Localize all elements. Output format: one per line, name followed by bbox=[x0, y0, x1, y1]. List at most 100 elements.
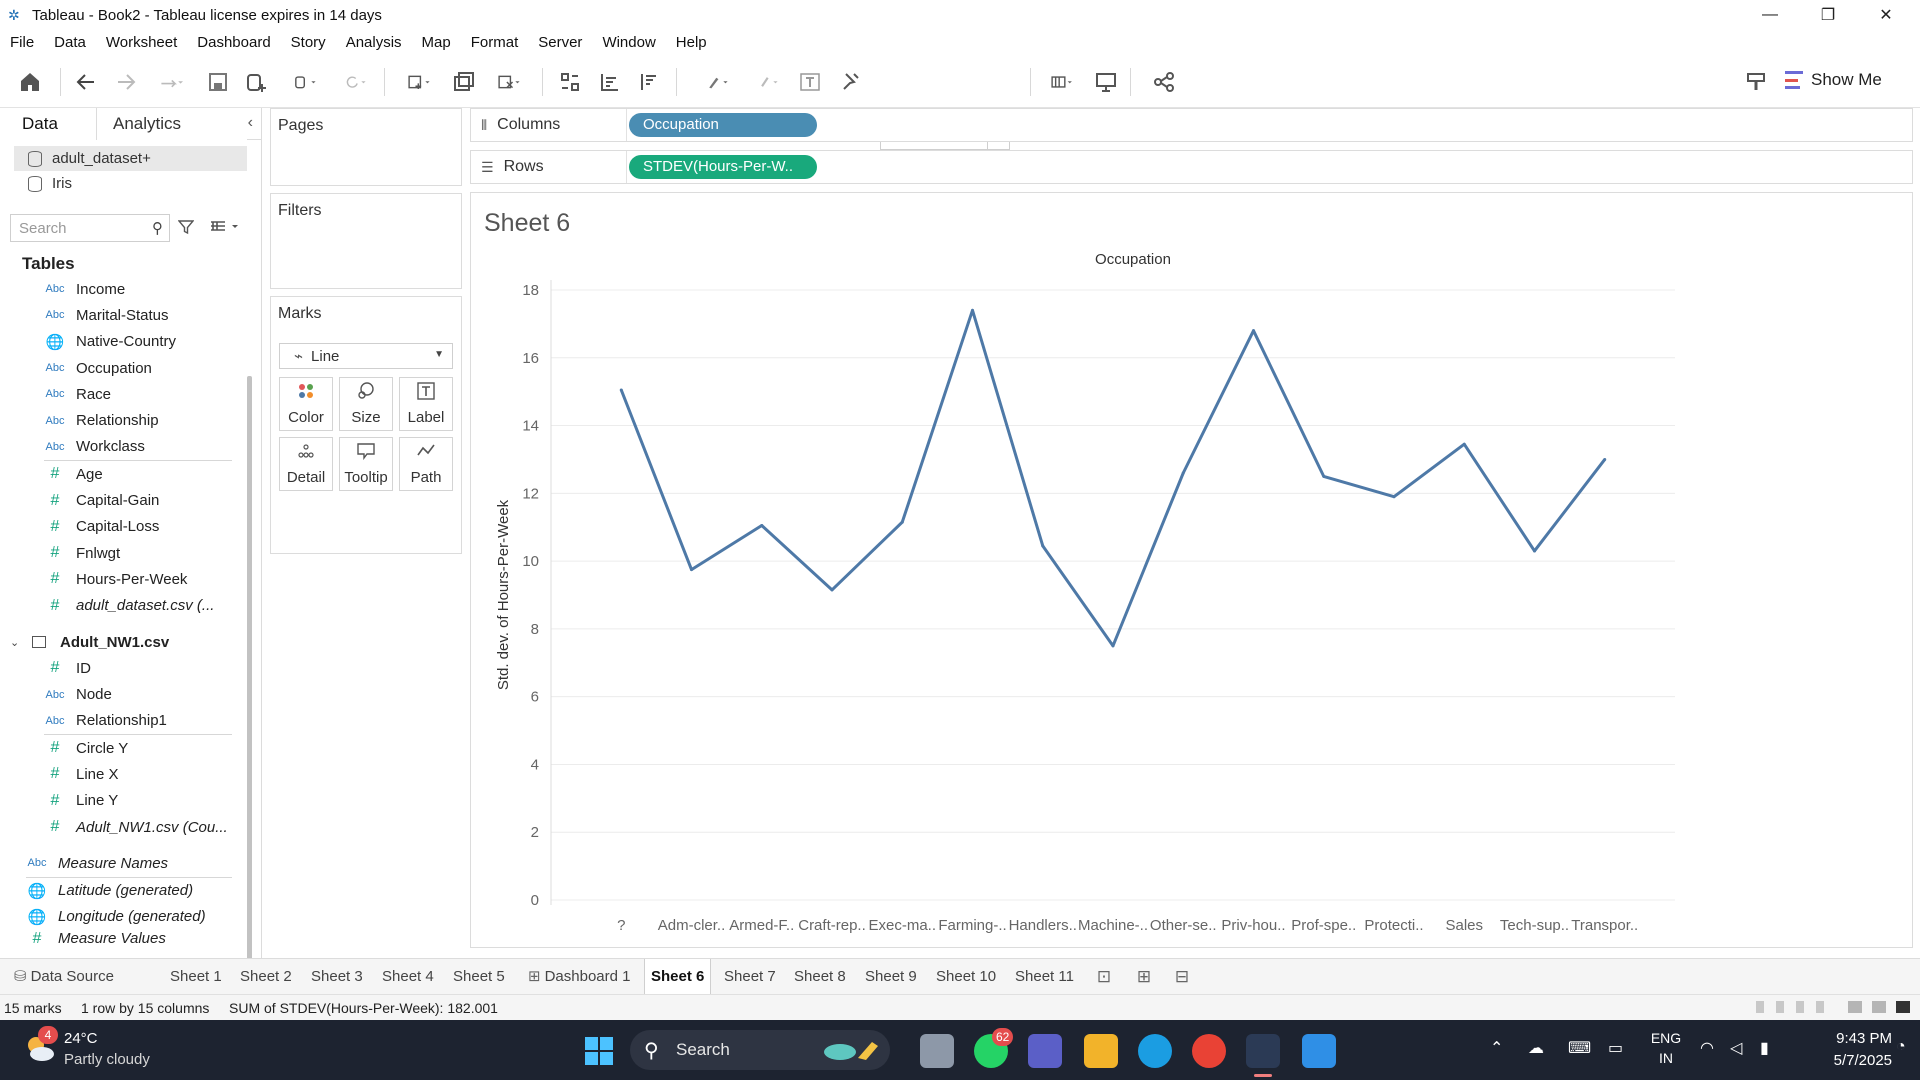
menu-server[interactable]: Server bbox=[528, 30, 592, 56]
sort-ascending-icon[interactable] bbox=[596, 68, 624, 96]
prev-page-icon[interactable] bbox=[1776, 1001, 1784, 1013]
show-cards-icon[interactable] bbox=[1040, 68, 1084, 96]
menu-map[interactable]: Map bbox=[412, 30, 461, 56]
field-relationship1[interactable]: Abc Relationship1 bbox=[0, 708, 246, 734]
menu-analysis[interactable]: Analysis bbox=[336, 30, 412, 56]
tab-sheet-11[interactable]: Sheet 11 bbox=[1009, 959, 1080, 995]
table-group-adult-nw1[interactable]: ⌄ Adult_NW1.csv bbox=[0, 629, 246, 655]
field-age[interactable]: # Age bbox=[0, 461, 246, 487]
columns-shelf[interactable]: ⦀ Columns Occupation bbox=[470, 108, 1913, 142]
battery-icon[interactable]: ▮ bbox=[1760, 1038, 1769, 1058]
filters-card[interactable]: Filters bbox=[270, 193, 462, 289]
collapse-pane-icon[interactable]: ‹ bbox=[248, 114, 253, 132]
tab-sheet-7[interactable]: Sheet 7 bbox=[718, 959, 782, 995]
share-icon[interactable] bbox=[1150, 68, 1178, 96]
tab-data[interactable]: Data bbox=[0, 108, 97, 140]
field-fnlwgt[interactable]: # Fnlwgt bbox=[0, 540, 246, 566]
photos-icon[interactable] bbox=[1302, 1034, 1336, 1068]
highlight-icon[interactable] bbox=[696, 68, 738, 96]
fix-axes-icon[interactable] bbox=[836, 68, 864, 96]
save-icon[interactable] bbox=[204, 68, 232, 96]
redo-icon[interactable] bbox=[112, 68, 140, 96]
view-options-icon[interactable] bbox=[210, 219, 240, 240]
new-datasource-icon[interactable] bbox=[242, 68, 270, 96]
file-explorer-icon[interactable] bbox=[1084, 1034, 1118, 1068]
tab-sheet-3[interactable]: Sheet 3 bbox=[305, 959, 369, 995]
tab-sheet-9[interactable]: Sheet 9 bbox=[859, 959, 923, 995]
group-members-icon[interactable] bbox=[746, 68, 788, 96]
chevron-up-icon[interactable]: ⌃ bbox=[1490, 1038, 1503, 1058]
presentation-mode-icon[interactable] bbox=[1092, 68, 1120, 96]
clear-sheet-icon[interactable] bbox=[486, 68, 532, 96]
taskbar-search[interactable]: ⚲ Search bbox=[630, 1030, 890, 1070]
first-page-icon[interactable] bbox=[1756, 1001, 1764, 1013]
field-measure-values[interactable]: # Measure Values bbox=[0, 930, 246, 944]
tab-sheet-4[interactable]: Sheet 4 bbox=[376, 959, 440, 995]
tab-sheet-1[interactable]: Sheet 1 bbox=[164, 959, 228, 995]
field-line-x[interactable]: # Line X bbox=[0, 761, 246, 787]
filter-icon[interactable] bbox=[177, 219, 195, 240]
menu-story[interactable]: Story bbox=[281, 30, 336, 56]
field-circle-y[interactable]: # Circle Y bbox=[0, 735, 246, 761]
field-capital-gain[interactable]: # Capital-Gain bbox=[0, 487, 246, 513]
field-hours-per-week[interactable]: # Hours-Per-Week bbox=[0, 566, 246, 592]
format-painter-icon[interactable] bbox=[1742, 68, 1770, 96]
rows-shelf[interactable]: ☰ Rows STDEV(Hours-Per-W.. bbox=[470, 150, 1913, 184]
color-button[interactable]: Color bbox=[279, 377, 333, 431]
field-marital-status[interactable]: Abc Marital-Status bbox=[0, 302, 246, 328]
restore-button[interactable]: ❐ bbox=[1800, 0, 1856, 30]
datasource-iris[interactable]: Iris bbox=[0, 171, 261, 196]
wifi-icon[interactable]: ◠ bbox=[1700, 1038, 1714, 1058]
field-line-y[interactable]: # Line Y bbox=[0, 788, 246, 814]
edge-icon[interactable] bbox=[1138, 1034, 1172, 1068]
sort-descending-icon[interactable] bbox=[636, 68, 664, 96]
minimize-button[interactable]: — bbox=[1742, 0, 1798, 30]
teams-icon[interactable] bbox=[1028, 1034, 1062, 1068]
menu-help[interactable]: Help bbox=[666, 30, 717, 56]
label-button[interactable]: Label bbox=[399, 377, 453, 431]
datasource-adult-dataset[interactable]: adult_dataset+ bbox=[14, 146, 247, 171]
field-relationship[interactable]: Abc Relationship bbox=[0, 407, 246, 433]
display-icon[interactable]: ▭ bbox=[1608, 1038, 1623, 1058]
field-longitude[interactable]: 🌐 Longitude (generated) bbox=[0, 904, 246, 930]
replay-icon[interactable] bbox=[150, 68, 192, 96]
tab-sheet-6[interactable]: Sheet 6 bbox=[644, 959, 712, 996]
menu-data[interactable]: Data bbox=[44, 30, 96, 56]
new-story-icon[interactable]: ⊟ bbox=[1170, 967, 1194, 989]
menu-dashboard[interactable]: Dashboard bbox=[187, 30, 280, 56]
show-me-button[interactable]: Show Me bbox=[1785, 66, 1882, 94]
mark-type-dropdown[interactable]: ⌁ Line ▼ bbox=[279, 343, 453, 369]
clock-date[interactable]: 5/7/2025 bbox=[1810, 1052, 1892, 1069]
path-button[interactable]: Path bbox=[399, 437, 453, 491]
tableau-taskbar-icon[interactable] bbox=[1246, 1034, 1280, 1068]
new-worksheet-icon[interactable] bbox=[396, 68, 442, 96]
clock-time[interactable]: 9:43 PM bbox=[1810, 1030, 1892, 1047]
pages-card[interactable]: Pages bbox=[270, 108, 462, 186]
field-income[interactable]: Abc Income bbox=[0, 276, 246, 302]
occupation-pill[interactable]: Occupation bbox=[629, 113, 817, 137]
data-pane-scrollbar[interactable] bbox=[247, 376, 252, 1026]
detail-button[interactable]: Detail bbox=[279, 437, 333, 491]
field-adult-nw1-count[interactable]: # Adult_NW1.csv (Cou... bbox=[0, 814, 246, 840]
menu-window[interactable]: Window bbox=[592, 30, 665, 56]
close-button[interactable]: ✕ bbox=[1858, 0, 1914, 30]
keyboard-icon[interactable]: ⌨ bbox=[1568, 1038, 1591, 1058]
field-node[interactable]: Abc Node bbox=[0, 681, 246, 707]
field-latitude[interactable]: 🌐 Latitude (generated) bbox=[0, 878, 246, 904]
filmstrip-view-icon[interactable] bbox=[1872, 1001, 1886, 1013]
volume-icon[interactable]: ◁ bbox=[1730, 1038, 1742, 1058]
worksheet-view[interactable]: Sheet 6 0 2 4 6 8 10 12 14 16 18 Occupation Std. de… bbox=[470, 192, 1913, 948]
next-page-icon[interactable] bbox=[1796, 1001, 1804, 1013]
new-worksheet-icon[interactable]: ⊡ bbox=[1092, 967, 1116, 989]
menu-file[interactable]: File bbox=[0, 30, 44, 56]
field-adult-dataset-count[interactable]: # adult_dataset.csv (... bbox=[0, 593, 246, 619]
field-id[interactable]: # ID bbox=[0, 655, 246, 681]
tab-sheet-5[interactable]: Sheet 5 bbox=[447, 959, 511, 995]
field-workclass[interactable]: Abc Workclass bbox=[0, 434, 246, 460]
menu-worksheet[interactable]: Worksheet bbox=[96, 30, 187, 56]
tab-sheet-10[interactable]: Sheet 10 bbox=[930, 959, 1002, 995]
undo-icon[interactable] bbox=[72, 68, 100, 96]
pause-updates-icon[interactable] bbox=[282, 68, 328, 96]
weather-description[interactable]: Partly cloudy bbox=[64, 1051, 150, 1068]
refresh-icon[interactable] bbox=[334, 68, 376, 96]
